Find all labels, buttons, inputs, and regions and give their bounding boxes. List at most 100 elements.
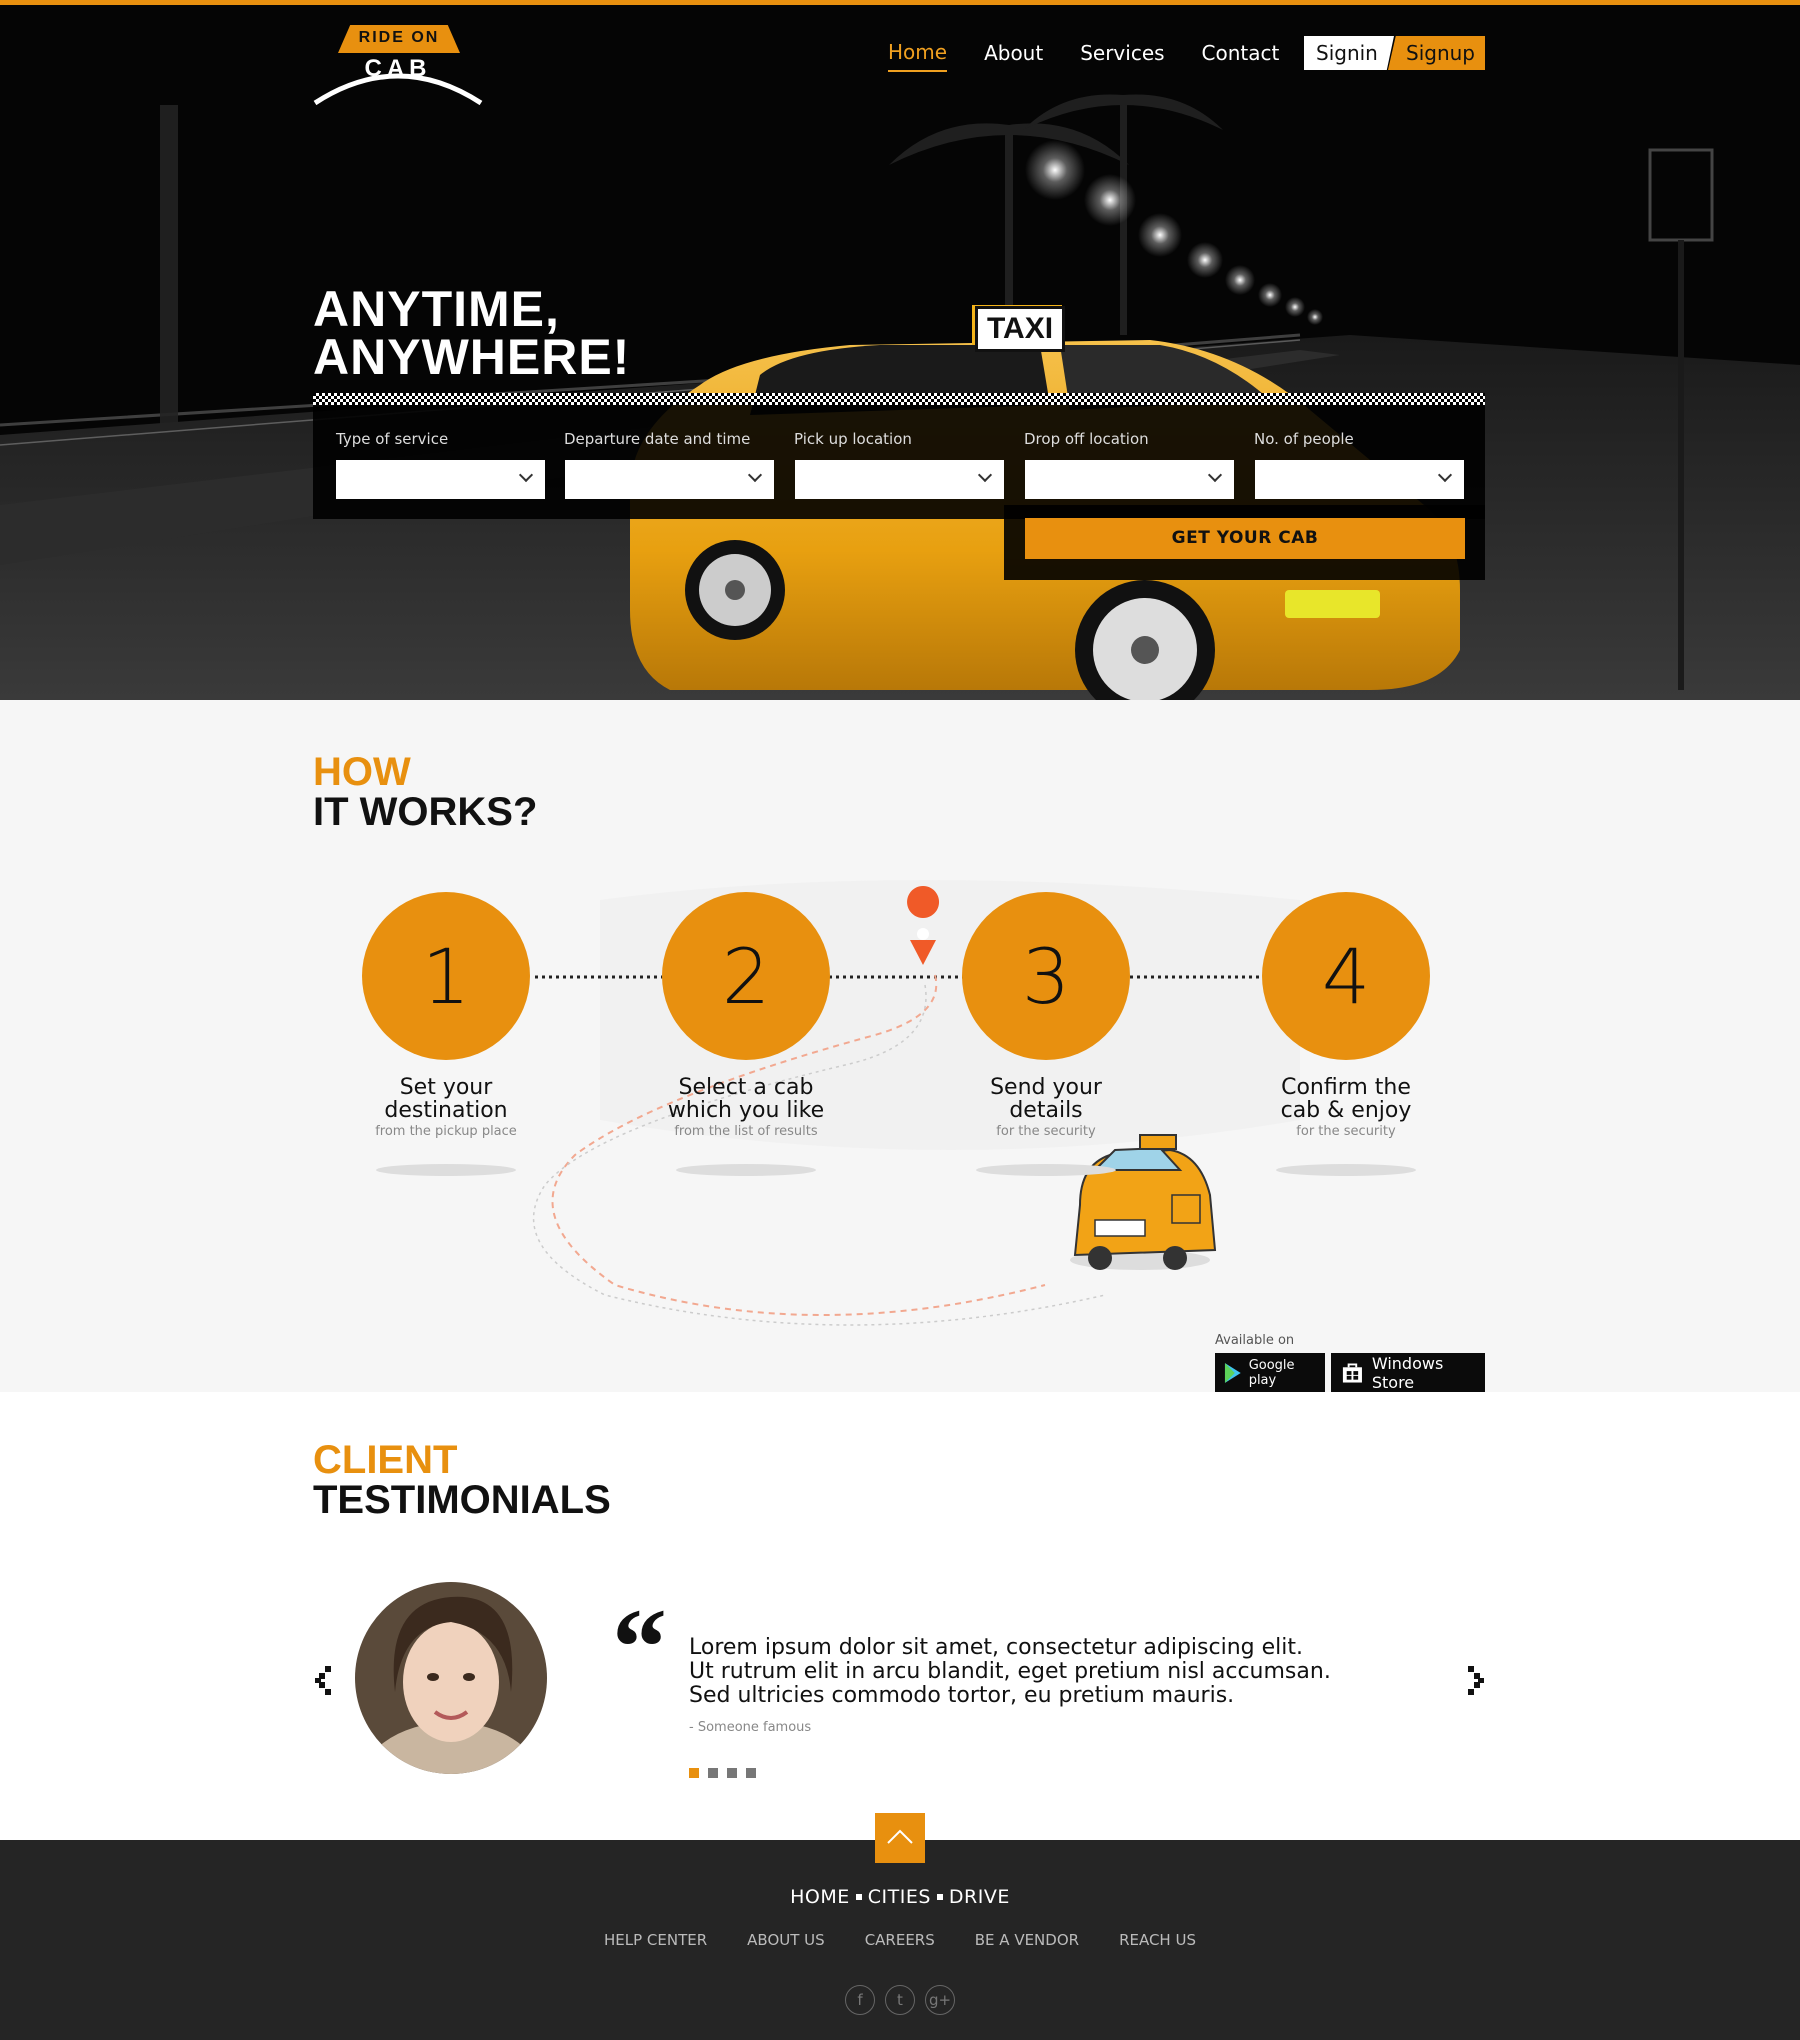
checkered-divider	[313, 393, 1485, 405]
footer-link-be-a-vendor[interactable]: BE A VENDOR	[975, 1931, 1079, 1949]
logo-top-text: RIDE ON	[358, 29, 440, 46]
field-label: Departure date and time	[564, 430, 751, 448]
footer-link-drive[interactable]: DRIVE	[949, 1886, 1010, 1908]
separator-square	[936, 1894, 943, 1900]
quote-line: Sed ultricies commodo tortor, eu pretium…	[689, 1683, 1235, 1708]
step-title: Send your details	[896, 1076, 1196, 1122]
hero-background-image	[0, 5, 1800, 700]
chevron-down-icon	[747, 467, 763, 483]
step-title-line: destination	[384, 1098, 508, 1123]
hero-section: TAXI RIDE ON CAB Home About Services Con…	[0, 0, 1800, 700]
hero-headline: ANYTIME, ANYWHERE!	[313, 281, 631, 385]
nav-about[interactable]: About	[984, 41, 1043, 71]
field-label: Type of service	[336, 430, 449, 448]
step-number: 4	[1262, 892, 1430, 1060]
nav-home[interactable]: Home	[888, 40, 948, 72]
step-title-line: Send your	[990, 1075, 1102, 1100]
departure-select[interactable]	[565, 460, 774, 499]
footer-link-careers[interactable]: CAREERS	[865, 1931, 935, 1949]
main-nav: Home About Services Contact	[888, 40, 1316, 72]
step-4: 4 Confirm the cab & enjoy for the securit…	[1196, 892, 1496, 1139]
footer-main-links: HOME CITIES DRIVE	[0, 1886, 1800, 1908]
google-play-label: Google play	[1248, 1357, 1295, 1388]
slide-dot-1[interactable]	[689, 1768, 699, 1778]
logo-bottom-text: CAB	[364, 55, 432, 82]
quote-icon: “	[612, 1586, 667, 1708]
step-title-line: cab & enjoy	[1280, 1098, 1412, 1123]
headline-line-1: ANYTIME,	[313, 281, 560, 337]
step-title-line: Select a cab	[678, 1075, 814, 1100]
windows-store-button[interactable]: Windows Store	[1331, 1353, 1485, 1392]
nav-services[interactable]: Services	[1080, 41, 1164, 71]
footer-secondary-links: HELP CENTER ABOUT US CAREERS BE A VENDOR…	[0, 1931, 1800, 1949]
quote-line: Ut rutrum elit in arcu blandit, eget pre…	[689, 1659, 1331, 1684]
step-title-line: details	[1009, 1098, 1083, 1123]
step-subtitle: from the list of results	[674, 1124, 818, 1139]
scroll-to-top-button[interactable]	[875, 1813, 925, 1863]
windows-store-icon	[1342, 1362, 1362, 1383]
ride-on-cab-logo[interactable]: RIDE ON CAB	[313, 25, 483, 106]
step-subtitle: for the security	[1296, 1124, 1396, 1139]
step-title: Confirm the cab & enjoy	[1196, 1076, 1496, 1122]
windows-store-label: Windows Store	[1371, 1353, 1444, 1392]
slide-dot-3[interactable]	[727, 1768, 737, 1778]
chevron-down-icon	[977, 467, 993, 483]
how-it-works-title: HOW IT WORKS?	[313, 752, 537, 832]
taxi-roof-sign: TAXI	[975, 306, 1065, 352]
headline-line-2: ANYWHERE!	[313, 329, 631, 385]
field-departure: Departure date and time	[541, 430, 774, 499]
service-type-select[interactable]	[336, 460, 545, 499]
facebook-icon[interactable]: f	[845, 1985, 875, 2015]
nav-contact[interactable]: Contact	[1202, 41, 1280, 71]
title-line-1: CLIENT	[313, 1438, 458, 1482]
chevron-right-icon[interactable]	[1464, 1664, 1486, 1696]
step-subtitle: for the security	[996, 1124, 1096, 1139]
quote-line: Lorem ipsum dolor sit amet, consectetur …	[689, 1635, 1303, 1660]
top-accent-bar	[0, 0, 1800, 5]
chevron-down-icon	[1437, 467, 1453, 483]
available-on-label: Available on	[1215, 1333, 1295, 1348]
field-label: No. of people	[1254, 430, 1354, 448]
footer-link-cities[interactable]: CITIES	[868, 1886, 931, 1908]
slider-pagination	[689, 1768, 765, 1778]
testimonial-quote: Lorem ipsum dolor sit amet, consectetur …	[689, 1636, 1409, 1708]
field-service-type: Type of service	[313, 430, 545, 499]
step-number: 2	[662, 892, 830, 1060]
chevron-left-icon[interactable]	[313, 1664, 335, 1696]
people-select[interactable]	[1255, 460, 1464, 499]
footer-link-about-us[interactable]: ABOUT US	[747, 1931, 825, 1949]
signin-button[interactable]: Signin	[1304, 36, 1394, 70]
dropoff-select[interactable]	[1025, 460, 1234, 499]
how-it-works-section: HOW IT WORKS? 1 Set your destination from…	[0, 700, 1800, 1392]
footer-link-home[interactable]: HOME	[790, 1886, 850, 1908]
step-title-line: Confirm the	[1281, 1075, 1411, 1100]
title-line-1: HOW	[313, 750, 411, 794]
title-line-2: TESTIMONIALS	[313, 1478, 611, 1522]
step-1: 1 Set your destination from the pickup pl…	[296, 892, 596, 1139]
get-your-cab-button[interactable]: GET YOUR CAB	[1025, 518, 1465, 559]
slide-dot-2[interactable]	[708, 1768, 718, 1778]
field-pickup: Pick up location	[771, 430, 1004, 499]
footer-link-help-center[interactable]: HELP CENTER	[604, 1931, 707, 1949]
field-label: Pick up location	[794, 430, 912, 448]
google-play-icon	[1224, 1362, 1241, 1383]
google-play-button[interactable]: Google play	[1215, 1353, 1325, 1392]
google-plus-icon[interactable]: g+	[925, 1985, 955, 2015]
field-dropoff: Drop off location	[1001, 430, 1234, 499]
step-title: Set your destination	[296, 1076, 596, 1122]
testimonials-title: CLIENT TESTIMONIALS	[313, 1440, 611, 1520]
pickup-select[interactable]	[795, 460, 1004, 499]
footer-link-reach-us[interactable]: REACH US	[1119, 1931, 1196, 1949]
step-title-line: Set your	[399, 1075, 493, 1100]
client-portrait-image	[355, 1582, 547, 1774]
chevron-down-icon	[1207, 467, 1223, 483]
field-label: Drop off location	[1024, 430, 1149, 448]
auth-buttons: Signin Signup	[1304, 36, 1485, 70]
testimonial-author: - Someone famous	[689, 1720, 812, 1735]
signup-button[interactable]: Signup	[1388, 36, 1485, 70]
step-title-line: which you like	[667, 1098, 825, 1123]
slide-dot-4[interactable]	[746, 1768, 756, 1778]
step-3: 3 Send your details for the security	[896, 892, 1196, 1139]
footer: HOME CITIES DRIVE HELP CENTER ABOUT US CAR…	[0, 1840, 1800, 2040]
twitter-icon[interactable]: t	[885, 1985, 915, 2015]
